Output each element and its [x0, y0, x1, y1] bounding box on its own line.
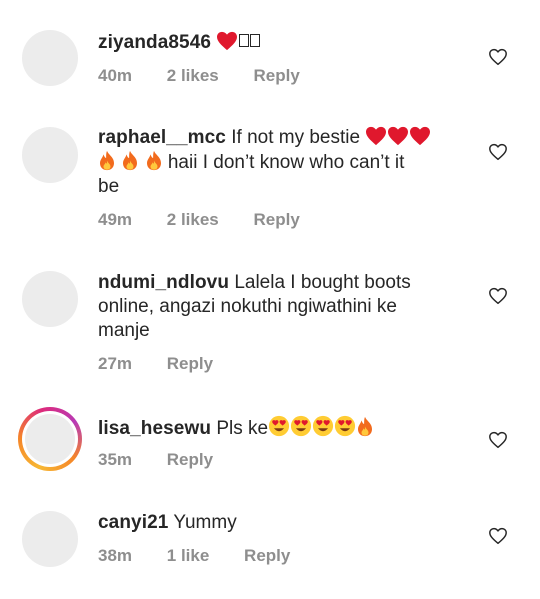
comment-meta: 27m Reply: [98, 354, 243, 374]
fire-icon: [356, 416, 374, 437]
comment-username[interactable]: ziyanda8546: [98, 32, 211, 53]
avatar[interactable]: [22, 511, 78, 567]
comment-time: 49m: [98, 210, 133, 229]
reply-button[interactable]: Reply: [167, 450, 213, 469]
comment-text: haii I don’t know who can’t it: [167, 152, 405, 173]
heart-outline-icon[interactable]: [488, 143, 508, 161]
heart-outline-icon[interactable]: [488, 287, 508, 305]
comment-username[interactable]: raphael__mcc: [98, 127, 226, 148]
comment-meta: 38m 1 like Reply: [98, 546, 320, 566]
comment-username[interactable]: canyi21: [98, 512, 168, 533]
comment-body: lisa_hesewu Pls ke: [98, 415, 478, 441]
red-heart-icon: [409, 126, 431, 146]
reply-button[interactable]: Reply: [244, 546, 290, 565]
comment-time: 27m: [98, 354, 133, 373]
fire-icon: [121, 150, 139, 171]
comment-body: raphael__mcc If not my bestie haii I don…: [98, 126, 478, 199]
comment-likes[interactable]: 2 likes: [167, 66, 219, 85]
comment-text: be: [98, 176, 120, 197]
fire-icon: [98, 150, 116, 171]
comment-text: online, angazi nokuthi ngiwathini ke: [98, 296, 397, 317]
comment-text: manje: [98, 320, 150, 341]
avatar[interactable]: [22, 271, 78, 327]
heart-outline-icon[interactable]: [488, 431, 508, 449]
comment-text: If not my bestie: [231, 127, 361, 148]
red-heart-icon: [387, 126, 409, 146]
comment-time: 38m: [98, 546, 133, 565]
avatar-story-ring[interactable]: [18, 407, 82, 471]
heart-eyes-icon: [290, 415, 312, 437]
reply-button[interactable]: Reply: [254, 210, 300, 229]
comment-username[interactable]: lisa_hesewu: [98, 418, 211, 439]
red-heart-icon: [365, 126, 387, 146]
avatar[interactable]: [22, 127, 78, 183]
comment-body: ziyanda8546: [98, 31, 478, 55]
comment-time: 40m: [98, 66, 133, 85]
comment-meta: 35m Reply: [98, 450, 243, 470]
reply-button[interactable]: Reply: [167, 354, 213, 373]
comment-time: 35m: [98, 450, 133, 469]
comment-text: Yummy: [173, 512, 237, 533]
comment-likes[interactable]: 2 likes: [167, 210, 219, 229]
heart-outline-icon[interactable]: [488, 48, 508, 66]
comment-body: canyi21 Yummy: [98, 511, 478, 535]
red-heart-icon: [216, 31, 238, 51]
comment-text: Lalela I bought boots: [234, 272, 411, 293]
comment-body: ndumi_ndlovu Lalela I bought boots onlin…: [98, 271, 478, 343]
fire-icon: [145, 150, 163, 171]
comment-username[interactable]: ndumi_ndlovu: [98, 272, 229, 293]
avatar[interactable]: [22, 30, 78, 86]
heart-outline-icon[interactable]: [488, 527, 508, 545]
comment-likes[interactable]: 1 like: [167, 546, 210, 565]
comment-meta: 40m 2 likes Reply: [98, 66, 330, 86]
comment-text: Pls ke: [216, 418, 269, 439]
comments-list: ziyanda8546 40m 2 likes Reply raphael__m…: [0, 0, 540, 599]
small-box-icon: [250, 34, 261, 47]
reply-button[interactable]: Reply: [254, 66, 300, 85]
heart-eyes-icon: [334, 415, 356, 437]
small-box-icon: [239, 34, 250, 47]
heart-eyes-icon: [268, 415, 290, 437]
comment-meta: 49m 2 likes Reply: [98, 210, 330, 230]
heart-eyes-icon: [312, 415, 334, 437]
